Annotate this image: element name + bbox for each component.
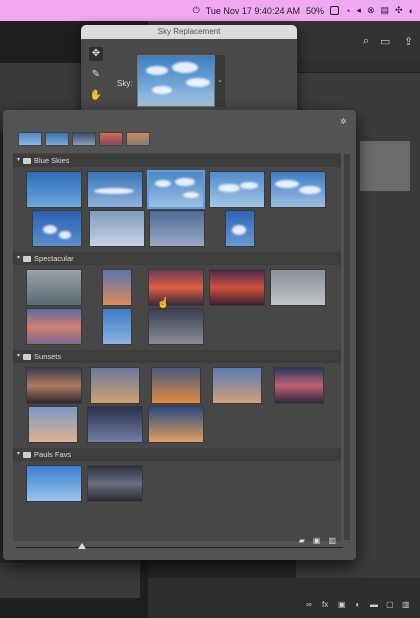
sky-thumbnail[interactable] [270, 269, 326, 306]
sky-thumbnail[interactable] [149, 210, 205, 247]
sky-thumbnail[interactable] [87, 465, 143, 502]
sky-thumbnail[interactable] [87, 406, 143, 443]
recent-sky-thumb[interactable] [18, 132, 42, 146]
sky-label: Sky: [117, 79, 133, 88]
sky-brush-icon[interactable]: ✎ [89, 68, 103, 82]
recent-sky-thumb[interactable] [45, 132, 69, 146]
recent-sky-thumb[interactable] [126, 132, 150, 146]
chevron-down-icon: ▾ [17, 451, 21, 457]
sky-thumbnail[interactable] [270, 171, 326, 208]
group-name: Blue Skies [34, 156, 70, 165]
sky-thumbnail[interactable] [87, 171, 143, 208]
group-name: Spectacular [34, 254, 74, 263]
delete-layer-icon[interactable]: ▥ [402, 600, 410, 609]
wifi-icon[interactable]: ◔ [345, 6, 350, 16]
chevron-down-icon[interactable]: ⌄ [215, 55, 225, 107]
share-icon[interactable]: ⇪ [404, 35, 413, 48]
sky-thumbnail[interactable] [26, 269, 82, 306]
sky-thumbnail[interactable] [209, 171, 265, 208]
hand-tool-icon[interactable]: ✋ [89, 89, 103, 103]
slider-thumb[interactable] [78, 543, 86, 549]
thumbnail-size-slider[interactable] [16, 543, 343, 549]
sky-thumbnail[interactable] [26, 367, 82, 404]
sky-thumbnail[interactable] [26, 171, 82, 208]
pointer-cursor-icon: ☝ [157, 298, 170, 309]
battery-icon[interactable] [329, 6, 339, 15]
fx-icon[interactable]: fx [322, 600, 328, 609]
new-layer-icon[interactable]: ▢ [386, 600, 394, 609]
move-sky-tool-icon[interactable]: ✥ [89, 47, 103, 61]
chevron-down-icon: ▾ [17, 157, 21, 163]
group-name: Sunsets [34, 352, 62, 361]
workspace-icon[interactable]: ▭ [380, 35, 390, 48]
menu-bar: ⏻ Tue Nov 17 9:40:24 AM 50% ◔ ◂ ⊗ ▤ ✣ ◐ [0, 0, 420, 21]
sky-thumbnail[interactable] [151, 367, 201, 404]
sky-thumbnail[interactable] [90, 367, 140, 404]
sky-presets-panel: ✲ ▾ Blue Skies ▾ Spectacular ▾ Sunsets ▾… [3, 110, 356, 560]
delete-icon[interactable]: ▥ [328, 536, 336, 545]
sky-thumbnail[interactable] [102, 269, 132, 306]
sky-preview[interactable] [137, 55, 215, 107]
sky-thumbnail[interactable] [225, 210, 255, 247]
link-icon[interactable]: ∞ [306, 600, 312, 609]
sky-thumbnail-selected[interactable] [147, 170, 205, 209]
group-icon[interactable]: ▬ [370, 600, 378, 609]
gear-icon[interactable]: ✲ [340, 118, 348, 126]
chevron-down-icon: ▾ [17, 353, 21, 359]
siri-icon[interactable]: ✣ [395, 5, 403, 16]
recent-skies [18, 132, 150, 146]
sky-thumbnail[interactable] [102, 308, 132, 345]
group-name: Pauls Favs [34, 450, 72, 459]
folder-icon [23, 157, 32, 164]
menubar-date-time[interactable]: Tue Nov 17 9:40:24 AM [206, 6, 300, 16]
group-header-sunsets[interactable]: ▾ Sunsets [13, 350, 341, 363]
layers-footer: ∞ fx ▣ ◑ ▬ ▢ ▥ [148, 578, 420, 618]
control-icon[interactable]: ⏻ [193, 5, 200, 16]
search-icon[interactable]: ⌕ [363, 35, 369, 48]
sky-thumbnail[interactable] [148, 308, 204, 345]
panel-tab-strip [296, 61, 420, 73]
sky-thumbnail[interactable] [274, 367, 324, 404]
sky-thumbnail[interactable] [209, 269, 265, 306]
scrollbar[interactable] [344, 154, 350, 540]
chevron-down-icon: ▾ [17, 255, 21, 261]
sky-thumbnail[interactable] [28, 406, 78, 443]
folder-icon [23, 353, 32, 360]
sky-preset-list: ▾ Blue Skies ▾ Spectacular ▾ Sunsets ▾ P… [13, 153, 341, 541]
sky-thumbnail[interactable] [148, 406, 204, 443]
mask-icon[interactable]: ▣ [338, 600, 346, 609]
creative-cloud-icon[interactable]: ⊗ [367, 5, 375, 16]
dialog-title: Sky Replacement [81, 25, 297, 39]
volume-icon[interactable]: ◂ [356, 5, 361, 16]
folder-icon [23, 451, 32, 458]
sky-thumbnail[interactable] [26, 308, 82, 345]
new-sky-icon[interactable]: ▣ [313, 536, 321, 545]
group-header-spectacular[interactable]: ▾ Spectacular [13, 252, 341, 265]
sky-thumbnail[interactable] [89, 210, 145, 247]
sky-thumbnail[interactable] [26, 465, 82, 502]
group-header-pauls-favs[interactable]: ▾ Pauls Favs [13, 448, 341, 461]
screen: ⏻ Tue Nov 17 9:40:24 AM 50% ◔ ◂ ⊗ ▤ ✣ ◐ … [0, 0, 420, 618]
screen-icon[interactable]: ▤ [381, 5, 390, 16]
sky-thumbnail[interactable] [212, 367, 262, 404]
adjustment-icon[interactable]: ◑ [354, 600, 359, 609]
panel-footer: ▰ ▣ ▥ [299, 536, 336, 545]
folder-icon [23, 255, 32, 262]
menubar-battery[interactable]: 50% [306, 6, 324, 16]
color-swatch[interactable] [360, 141, 410, 191]
recent-sky-thumb[interactable] [99, 132, 123, 146]
sky-thumbnail[interactable] [32, 210, 82, 247]
group-header-blue-skies[interactable]: ▾ Blue Skies [13, 154, 341, 167]
new-group-icon[interactable]: ▰ [299, 536, 305, 545]
menu-extra-icon[interactable]: ◐ [409, 6, 414, 16]
recent-sky-thumb[interactable] [72, 132, 96, 146]
